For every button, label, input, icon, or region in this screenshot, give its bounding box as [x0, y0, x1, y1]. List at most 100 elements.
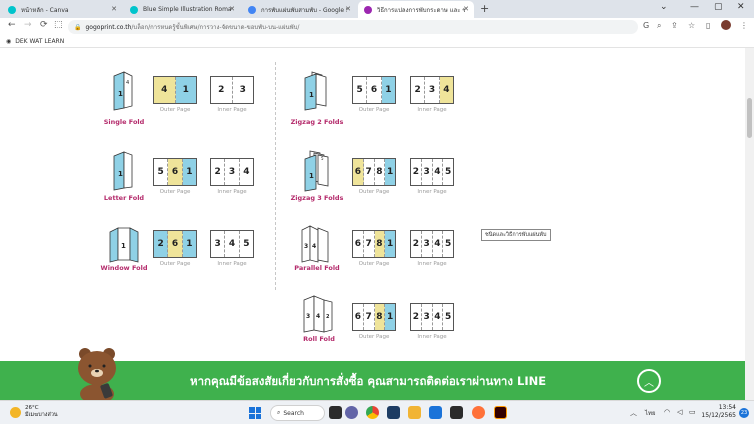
- scroll-to-top-button[interactable]: ︿: [637, 369, 661, 393]
- close-tab-icon[interactable]: ✕: [463, 5, 469, 13]
- weather-widget[interactable]: 26°C มีเมฆบางส่วน: [10, 405, 58, 419]
- parallel-outer-panel: 6 7 8 1: [352, 230, 396, 258]
- notification-badge[interactable]: 23: [739, 408, 749, 418]
- store-icon[interactable]: [387, 406, 400, 419]
- google-lens-icon[interactable]: G: [643, 21, 649, 30]
- page-cell: 6: [353, 231, 364, 257]
- page-content: 1 4 Single Fold 4 1 Outer Page 2 3 Inner…: [0, 48, 745, 400]
- media-app-icon[interactable]: [450, 406, 463, 419]
- page-cell: 2: [211, 77, 233, 103]
- page-cell: 1: [385, 159, 395, 185]
- volume-icon[interactable]: ◁: [677, 408, 682, 416]
- minimize-button[interactable]: —: [690, 2, 699, 12]
- forward-icon[interactable]: →: [24, 20, 32, 30]
- outer-page-label: Outer Page: [159, 261, 191, 267]
- battery-icon[interactable]: ▭: [689, 408, 696, 416]
- firefox-icon[interactable]: [472, 406, 485, 419]
- page-scrollbar[interactable]: [745, 48, 754, 400]
- page-cell: 4: [154, 77, 176, 103]
- tab-canva-design[interactable]: Blue Simple Illustration Romance ✕: [124, 1, 240, 18]
- globe-icon: ◉: [6, 38, 12, 45]
- canva-icon: [8, 5, 16, 14]
- letter-fold-illustration: 1: [113, 151, 133, 191]
- page-cell: 5: [444, 239, 452, 249]
- menu-icon[interactable]: ⋮: [740, 21, 748, 30]
- page-cell: 4: [433, 231, 444, 257]
- maximize-button[interactable]: ▢: [714, 2, 723, 12]
- svg-text:1: 1: [121, 242, 126, 250]
- extension-icon[interactable]: ⬚: [54, 20, 63, 30]
- tab-google-search[interactable]: การพับแผ่นพับสามพับ - Google Search ✕: [242, 1, 356, 18]
- page-cell: 2: [411, 159, 422, 185]
- illustrator-icon[interactable]: [494, 406, 507, 419]
- windows-start-icon[interactable]: [249, 407, 261, 419]
- svg-text:4: 4: [312, 243, 316, 250]
- side-panel-icon[interactable]: ▯: [706, 21, 710, 30]
- outer-page-label: Outer Page: [358, 189, 390, 195]
- tab-canva-home[interactable]: หน้าหลัก - Canva ✕: [2, 1, 122, 18]
- fold-name-parallel: Parallel Fold: [294, 264, 340, 272]
- fold-name-letter: Letter Fold: [103, 194, 145, 202]
- back-icon[interactable]: ←: [8, 20, 16, 30]
- close-tab-icon[interactable]: ✕: [111, 5, 117, 13]
- single-outer-panel: 4 1: [153, 76, 197, 104]
- chrome-icon[interactable]: [366, 406, 379, 419]
- tab-title: วิธีการแปลงการพับกระดาษ และ ขนาดแผ่นพับ: [377, 6, 465, 14]
- outer-page-label: Outer Page: [159, 189, 191, 195]
- page-cell: 5: [353, 77, 368, 103]
- chat-icon[interactable]: [345, 406, 358, 419]
- page-cell: 2: [154, 231, 169, 257]
- page-cell: 6: [353, 304, 364, 330]
- page-cell: 7: [364, 159, 375, 185]
- lock-icon: 🔒: [74, 23, 82, 31]
- page-cell: 5: [243, 239, 250, 249]
- window-outer-panel: 2 6 1: [153, 230, 197, 258]
- reload-icon[interactable]: ⟳: [40, 20, 48, 30]
- inner-page-label: Inner Page: [417, 334, 447, 340]
- page-cell: 3: [422, 159, 433, 185]
- task-view-icon[interactable]: [329, 406, 342, 419]
- inner-page-label: Inner Page: [217, 189, 247, 195]
- url-path: /บล็อก/การหนดรู้ขั้นพิเศษ/การวาง-จัดขนาด…: [131, 24, 300, 31]
- close-tab-icon[interactable]: ✕: [229, 5, 235, 13]
- tab-gogoprint[interactable]: วิธีการแปลงการพับกระดาษ และ ขนาดแผ่นพับ …: [358, 1, 474, 18]
- file-explorer-icon[interactable]: [408, 406, 421, 419]
- share-icon[interactable]: ⇪: [671, 21, 678, 30]
- page-cell: 1: [385, 231, 395, 257]
- letter-outer-panel: 5 6 1: [153, 158, 197, 186]
- zoom-icon[interactable]: ⌕: [657, 21, 661, 31]
- new-tab-icon[interactable]: +: [480, 2, 489, 15]
- page-cell: 6: [168, 159, 183, 185]
- inner-page-label: Inner Page: [417, 261, 447, 267]
- wifi-icon[interactable]: ◠: [664, 408, 670, 416]
- bookmark-star-icon[interactable]: ☆: [688, 21, 695, 30]
- zigzag-2-folds-illustration: 1: [304, 71, 327, 111]
- bookmark-dek-wat-learn[interactable]: DEK WAT LEARN: [15, 38, 64, 45]
- taskbar-search[interactable]: ⌕ Search: [270, 405, 325, 421]
- zigzag-3-folds-illustration: 1 5: [304, 150, 329, 192]
- inner-page-label: Inner Page: [417, 189, 447, 195]
- taskbar-clock[interactable]: 13:54 15/12/2565: [700, 404, 736, 420]
- page-cell: 8: [374, 231, 386, 257]
- url-domain: gogoprint.co.th: [85, 23, 132, 31]
- chevron-up-icon[interactable]: ︿: [630, 408, 637, 418]
- bookmarks-bar: ◉ DEK WAT LEARN: [0, 36, 754, 48]
- close-window-button[interactable]: ✕: [737, 2, 745, 12]
- image-tooltip: ชนิดและวิธีการพับแผ่นพับ: [481, 229, 551, 241]
- page-cell: 4: [225, 231, 240, 257]
- page-cell: 8: [374, 304, 386, 330]
- fold-name-zigzag-3: Zigzag 3 Folds: [290, 194, 344, 202]
- scrollbar-thumb[interactable]: [747, 98, 752, 138]
- input-language[interactable]: ไทย: [645, 408, 656, 418]
- gogoprint-icon: [364, 5, 372, 14]
- banner-text: หากคุณมีข้อสงสัยเกี่ยวกับการสั่งซื้อ คุณ…: [190, 374, 547, 388]
- close-tab-icon[interactable]: ✕: [345, 5, 351, 13]
- tab-search-icon[interactable]: ⌄: [660, 2, 668, 12]
- single-fold-illustration: 1 4: [113, 71, 133, 111]
- page-cell: 1: [182, 159, 196, 185]
- page-cell: 3: [425, 77, 440, 103]
- mail-icon[interactable]: [429, 406, 442, 419]
- url-input[interactable]: 🔒 gogoprint.co.th /บล็อก/การหนดรู้ขั้นพิ…: [68, 20, 638, 34]
- page-cell: 7: [364, 304, 375, 330]
- profile-avatar[interactable]: [721, 20, 731, 30]
